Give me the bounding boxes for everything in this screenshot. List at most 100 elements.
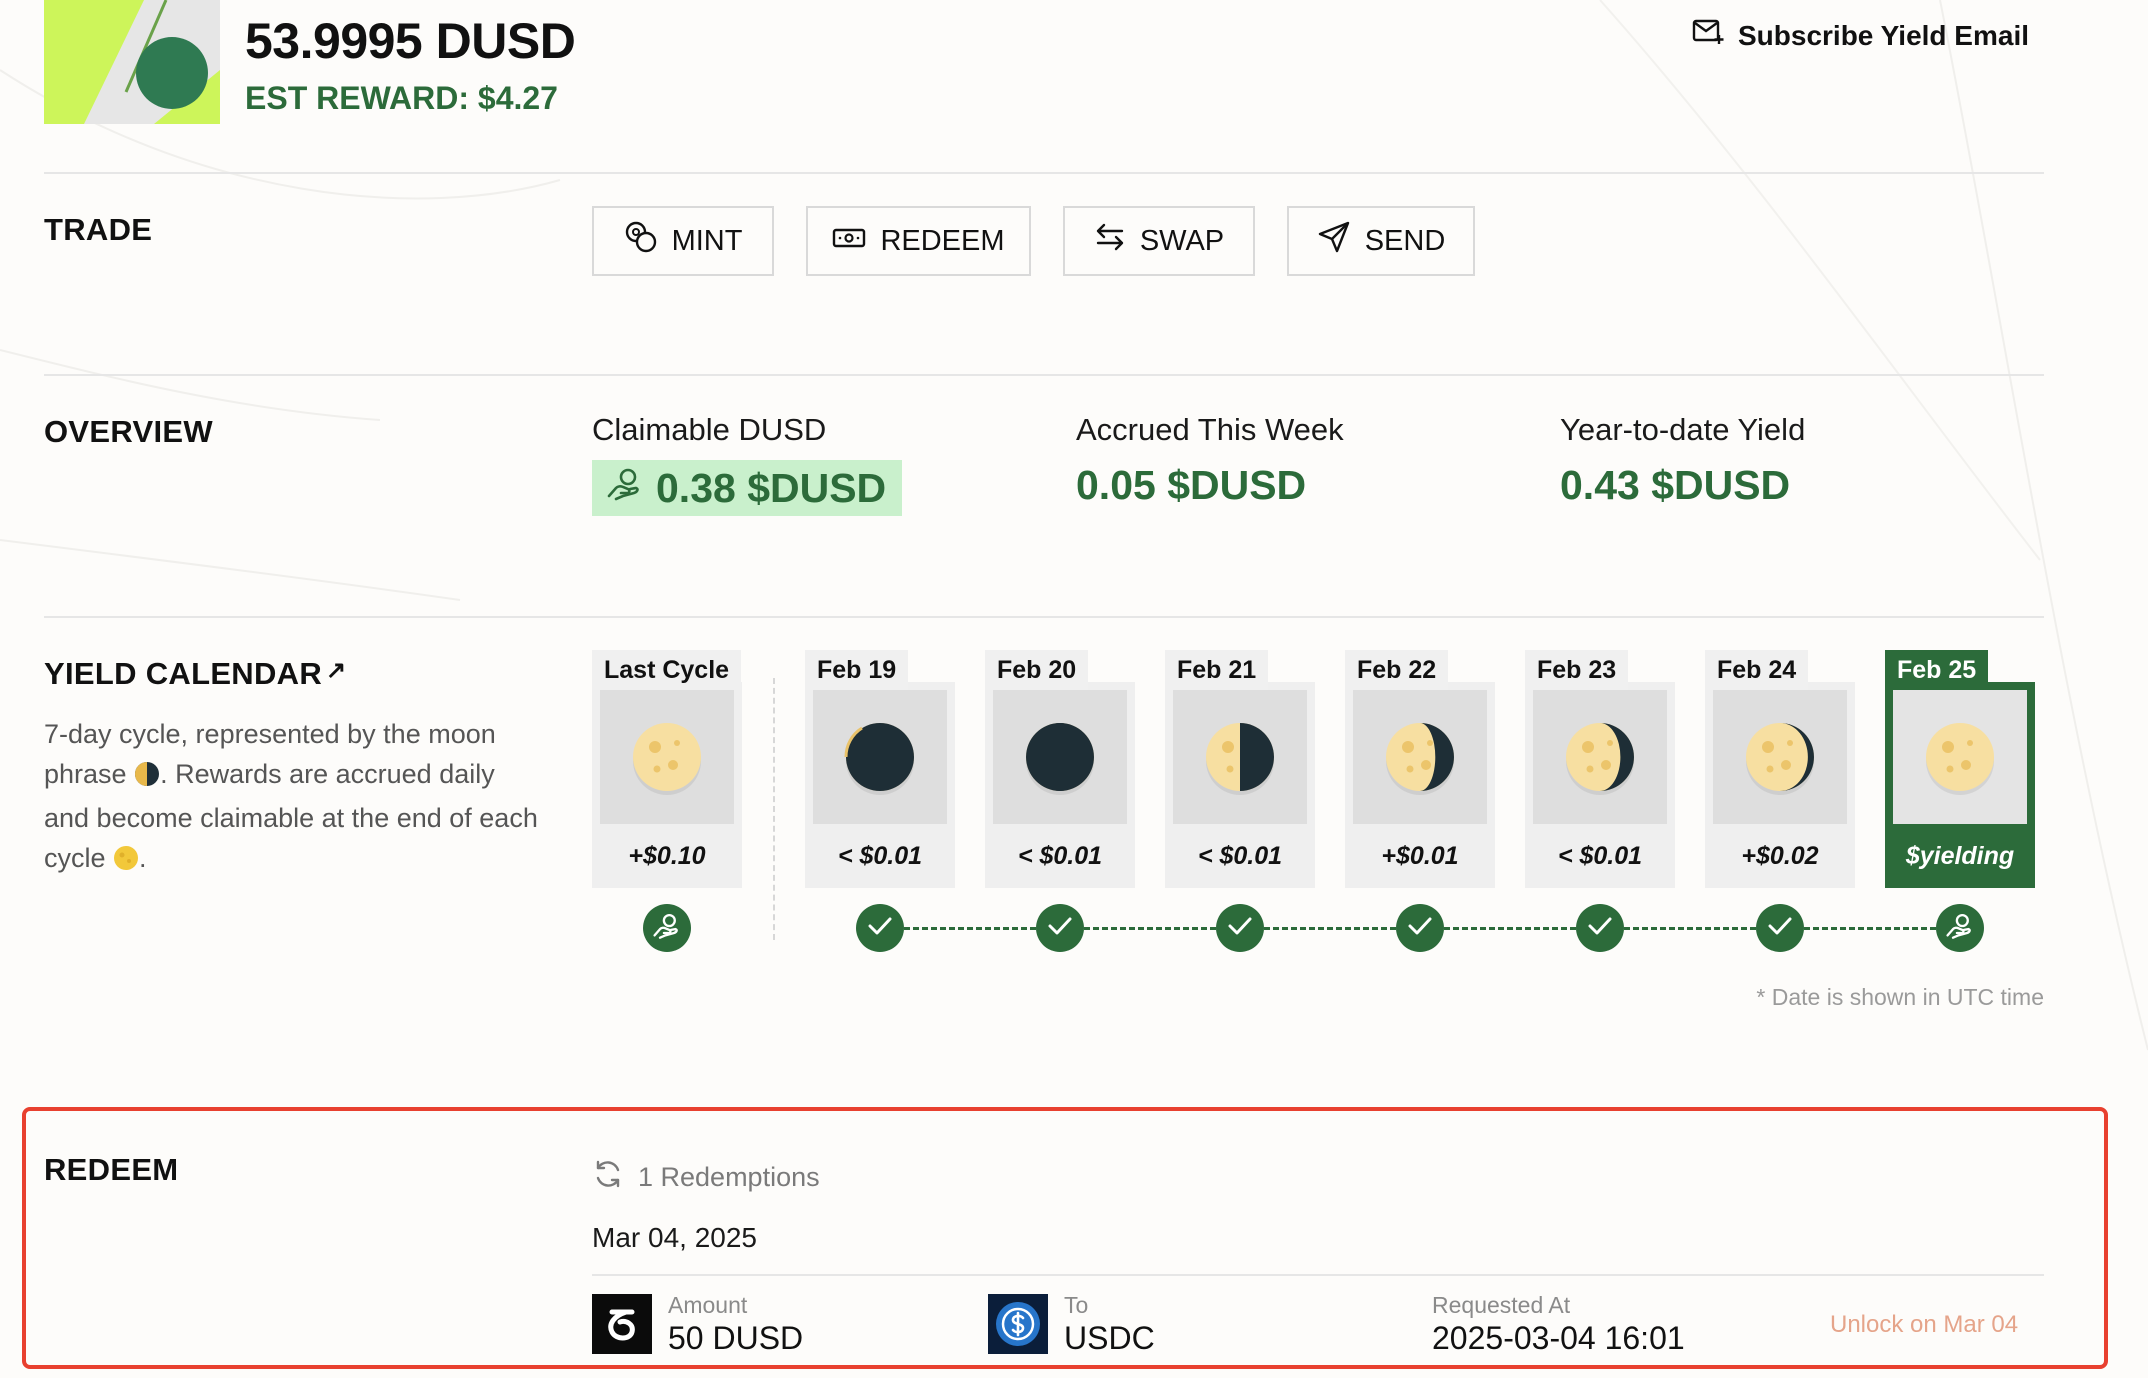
moon-phase-icon — [1713, 690, 1847, 824]
utc-note: * Date is shown in UTC time — [1756, 984, 2044, 1010]
divider — [44, 616, 2044, 618]
completed-check-node — [1396, 904, 1444, 952]
completed-check-node — [856, 904, 904, 952]
day-date-label: Feb 20 — [985, 650, 1089, 690]
check-icon — [1407, 916, 1433, 941]
day-date-label: Feb 22 — [1345, 650, 1449, 690]
calendar-day-card[interactable]: Feb 24 +$0.02 — [1705, 650, 1855, 888]
timeline-connector — [1264, 927, 1396, 930]
day-yield-amount: < $0.01 — [1197, 842, 1283, 870]
day-date-label: Feb 19 — [805, 650, 909, 690]
cash-icon — [832, 225, 866, 258]
timeline-connector — [1804, 927, 1936, 930]
moon-phase-icon — [1533, 690, 1667, 824]
requested-at-value: 2025-03-04 16:01 — [1432, 1320, 1685, 1356]
send-label: SEND — [1364, 224, 1446, 257]
timeline-connector — [1084, 927, 1216, 930]
moon-phase-icon — [1893, 690, 2027, 824]
hand-coin-icon — [1945, 912, 1975, 945]
calendar-day-card[interactable]: Feb 20 < $0.01 — [985, 650, 1135, 888]
redemption-date: Mar 04, 2025 — [592, 1222, 757, 1253]
calendar-day-card[interactable]: Feb 25 $yielding — [1885, 650, 2035, 888]
full-moon-emoji-icon — [113, 842, 139, 882]
external-link-arrow-icon: ↗ — [326, 657, 347, 684]
calendar-day-card[interactable]: Feb 19 < $0.01 — [805, 650, 955, 888]
ytd-label: Year-to-date Yield — [1560, 412, 1806, 447]
yield-calendar-link[interactable]: YIELD CALENDAR ↗ — [44, 656, 346, 692]
accrued-label: Accrued This Week — [1076, 412, 1344, 447]
accrued-value: 0.05 $DUSD — [1076, 462, 1307, 508]
send-button[interactable]: SEND — [1287, 206, 1475, 276]
usdc-token-icon — [988, 1294, 1048, 1354]
hand-coin-icon — [652, 912, 682, 945]
subscribe-label: Subscribe Yield Email — [1738, 19, 2030, 51]
completed-check-node — [1216, 904, 1264, 952]
moon-phase-icon — [1173, 690, 1307, 824]
to-label: To — [1064, 1292, 1089, 1318]
cycle-separator — [773, 678, 775, 940]
day-yield-amount: < $0.01 — [1017, 842, 1103, 870]
refresh-icon — [592, 1158, 624, 1197]
moon-phase-icon — [813, 690, 947, 824]
desc-part-3: . — [139, 843, 147, 873]
send-paper-plane-icon — [1317, 220, 1351, 262]
timeline-connector — [1444, 927, 1576, 930]
claimable-value-button[interactable]: 0.38 $DUSD — [592, 460, 903, 516]
day-yield-amount: < $0.01 — [1557, 842, 1643, 870]
calendar-day-card[interactable]: Feb 23 < $0.01 — [1525, 650, 1675, 888]
day-yield-amount: +$0.02 — [1741, 842, 1819, 870]
balance-amount: 53.9995 DUSD — [245, 13, 576, 69]
claim-status-node[interactable] — [1936, 904, 1984, 952]
subscribe-yield-email-button[interactable]: Subscribe Yield Email — [1692, 18, 2029, 53]
yield-calendar-title: YIELD CALENDAR — [44, 656, 323, 691]
dusd-token-icon — [592, 1294, 652, 1354]
calendar-day-card[interactable]: Last Cycle +$0.10 — [592, 650, 742, 888]
check-icon — [1047, 916, 1073, 941]
moon-phase-icon — [993, 690, 1127, 824]
completed-check-node — [1756, 904, 1804, 952]
mint-button[interactable]: MINT — [592, 206, 774, 276]
swap-label: SWAP — [1139, 224, 1225, 257]
amount-value: 50 DUSD — [668, 1320, 804, 1356]
check-icon — [1227, 916, 1253, 941]
check-icon — [867, 916, 893, 941]
redemptions-label: 1 Redemptions — [638, 1162, 820, 1192]
check-icon — [1767, 916, 1793, 941]
requested-at-label: Requested At — [1432, 1292, 1571, 1318]
calendar-day-card[interactable]: Feb 21 < $0.01 — [1165, 650, 1315, 888]
email-plus-icon — [1692, 18, 1724, 53]
divider — [44, 172, 2044, 174]
day-yield-amount: < $0.01 — [837, 842, 923, 870]
claimable-label: Claimable DUSD — [592, 412, 827, 447]
day-yield-amount: +$0.10 — [628, 842, 706, 870]
to-value: USDC — [1064, 1320, 1155, 1356]
claimable-value: 0.38 $DUSD — [656, 464, 887, 511]
amount-label: Amount — [668, 1292, 748, 1318]
divider — [44, 374, 2044, 376]
ytd-value: 0.43 $DUSD — [1560, 462, 1791, 508]
mint-coins-icon — [624, 220, 658, 262]
mint-label: MINT — [671, 224, 743, 257]
calendar-day-card[interactable]: Feb 22 +$0.01 — [1345, 650, 1495, 888]
day-date-label: Feb 21 — [1165, 650, 1269, 690]
day-date-label: Last Cycle — [592, 650, 742, 690]
unlock-status: Unlock on Mar 04 — [1830, 1311, 2019, 1338]
calendar-description: 7-day cycle, represented by the moon phr… — [44, 714, 544, 882]
day-date-label: Feb 24 — [1705, 650, 1809, 690]
trade-section-title: TRADE — [44, 212, 153, 247]
day-yield-amount: +$0.01 — [1381, 842, 1459, 870]
dusd-token-image — [44, 0, 220, 124]
est-reward: EST REWARD: $4.27 — [245, 80, 558, 116]
completed-check-node — [1576, 904, 1624, 952]
overview-section-title: OVERVIEW — [44, 414, 213, 449]
day-date-label: Feb 23 — [1525, 650, 1629, 690]
divider — [592, 1274, 2044, 1276]
check-icon — [1587, 916, 1613, 941]
redemptions-count[interactable]: 1 Redemptions — [592, 1158, 820, 1197]
redeem-label: REDEEM — [880, 224, 1005, 257]
redeem-button[interactable]: REDEEM — [806, 206, 1031, 276]
claim-status-node[interactable] — [643, 904, 691, 952]
half-moon-emoji-icon — [134, 758, 160, 798]
swap-button[interactable]: SWAP — [1063, 206, 1255, 276]
swap-arrows-icon — [1094, 222, 1126, 260]
